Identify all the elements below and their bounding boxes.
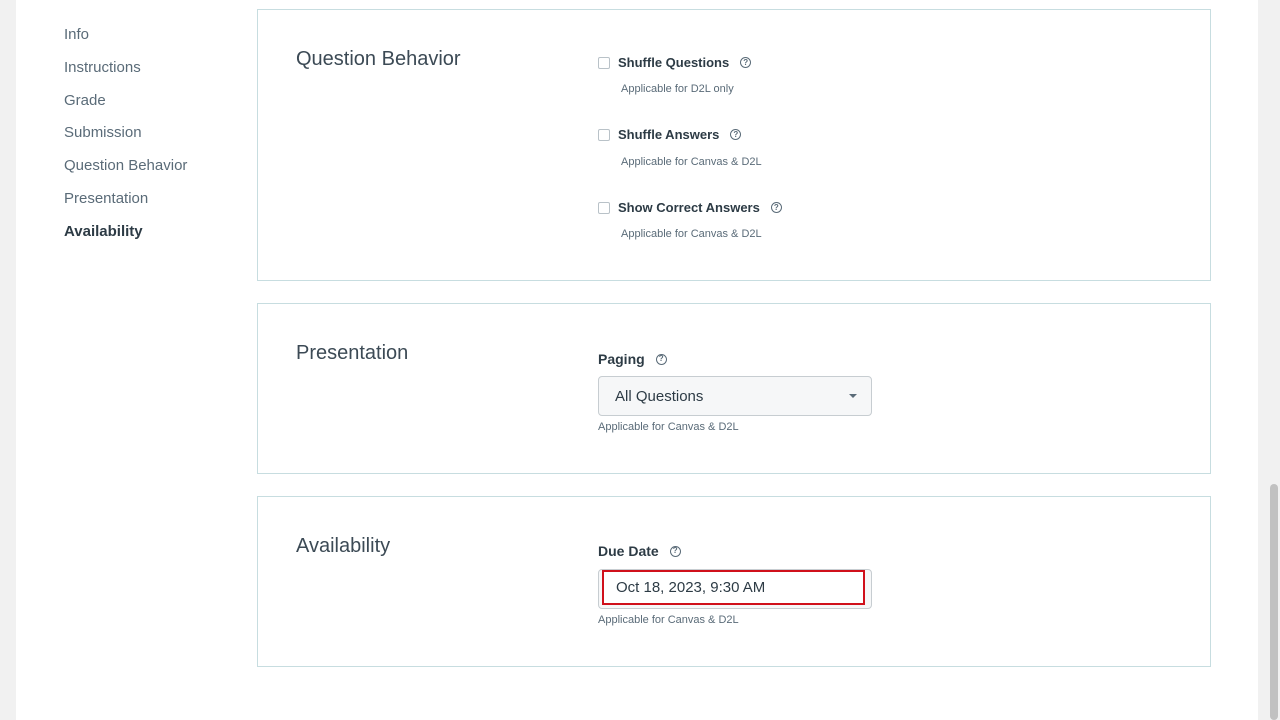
paging-select[interactable]: All Questions <box>598 376 872 416</box>
sidenav-item-availability[interactable]: Availability <box>64 221 187 243</box>
due-date-field[interactable]: Oct 18, 2023, 9:30 AM <box>598 569 872 609</box>
presentation-title: Presentation <box>296 342 409 364</box>
question-behavior-card: Question Behavior Shuffle Questions ? Ap… <box>257 9 1211 281</box>
page-scrollbar[interactable] <box>1268 0 1280 720</box>
due-date-label-text: Due Date <box>598 543 659 559</box>
help-icon[interactable]: ? <box>730 129 742 140</box>
due-date-label: Due Date ? <box>598 543 681 559</box>
sidenav-item-info[interactable]: Info <box>64 24 187 46</box>
shuffle-questions-checkbox[interactable] <box>598 56 610 69</box>
help-icon[interactable]: ? <box>740 57 752 68</box>
availability-title: Availability <box>296 535 391 557</box>
paging-label: Paging ? <box>598 351 667 367</box>
question-behavior-title: Question Behavior <box>296 48 461 70</box>
shuffle-questions-hint: Applicable for D2L only <box>621 83 734 95</box>
due-date-hint: Applicable for Canvas & D2L <box>598 614 739 626</box>
sidenav-item-submission[interactable]: Submission <box>64 122 187 144</box>
sidenav-item-presentation[interactable]: Presentation <box>64 188 187 210</box>
show-correct-answers-checkbox[interactable] <box>598 201 610 214</box>
settings-sidenav: Info Instructions Grade Submission Quest… <box>64 24 187 254</box>
due-date-input[interactable]: Oct 18, 2023, 9:30 AM <box>602 570 865 605</box>
chevron-down-icon <box>849 394 857 398</box>
shuffle-questions-option: Shuffle Questions ? <box>598 55 752 70</box>
help-icon[interactable]: ? <box>669 545 681 557</box>
paging-hint: Applicable for Canvas & D2L <box>598 421 739 433</box>
settings-page: Info Instructions Grade Submission Quest… <box>16 0 1258 720</box>
paging-label-text: Paging <box>598 351 645 367</box>
show-correct-answers-option: Show Correct Answers ? <box>598 200 782 215</box>
sidenav-item-grade[interactable]: Grade <box>64 90 187 112</box>
help-icon[interactable]: ? <box>655 353 667 365</box>
scrollbar-thumb[interactable] <box>1270 484 1278 720</box>
paging-selected-value: All Questions <box>615 387 704 405</box>
availability-card: Availability Due Date ? Oct 18, 2023, 9:… <box>257 496 1211 667</box>
sidenav-item-instructions[interactable]: Instructions <box>64 57 187 79</box>
presentation-card: Presentation Paging ? All Questions Appl… <box>257 303 1211 474</box>
shuffle-questions-label[interactable]: Shuffle Questions <box>618 55 729 70</box>
shuffle-answers-checkbox[interactable] <box>598 128 610 141</box>
shuffle-answers-label[interactable]: Shuffle Answers <box>618 127 719 142</box>
show-correct-answers-hint: Applicable for Canvas & D2L <box>621 228 762 240</box>
help-icon[interactable]: ? <box>770 202 782 213</box>
shuffle-answers-option: Shuffle Answers ? <box>598 127 742 142</box>
sidenav-item-question-behavior[interactable]: Question Behavior <box>64 155 187 177</box>
show-correct-answers-label[interactable]: Show Correct Answers <box>618 200 760 215</box>
shuffle-answers-hint: Applicable for Canvas & D2L <box>621 156 762 168</box>
